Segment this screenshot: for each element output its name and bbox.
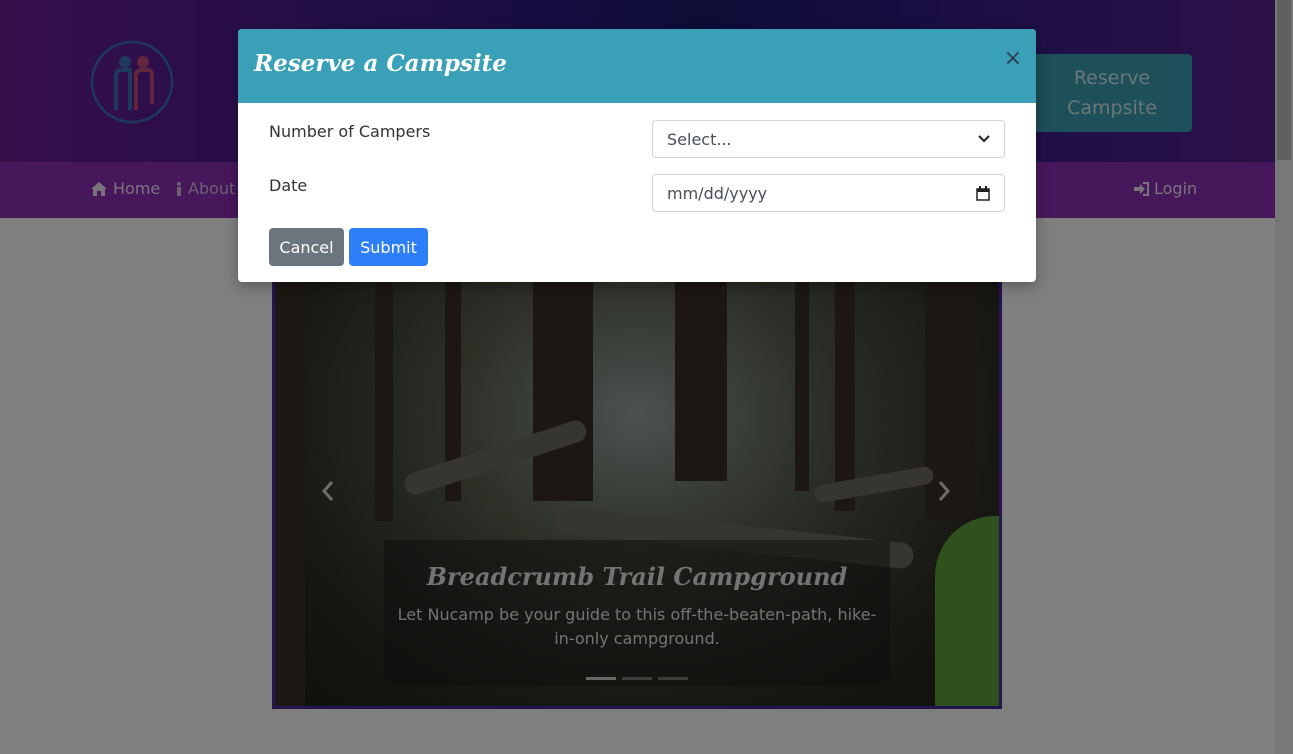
campers-label: Number of Campers (269, 122, 431, 141)
date-placeholder: mm/dd/yyyy (667, 183, 768, 203)
modal-title: Reserve a Campsite (254, 50, 507, 77)
calendar-icon[interactable] (976, 185, 990, 201)
reserve-modal: Reserve a Campsite × Number of Campers S… (238, 29, 1036, 282)
close-icon[interactable]: × (1004, 46, 1022, 71)
chevron-down-icon (978, 135, 990, 143)
cancel-button[interactable]: Cancel (269, 228, 344, 266)
campers-select-value: Select... (667, 129, 732, 149)
date-label: Date (269, 176, 308, 195)
date-input[interactable]: mm/dd/yyyy (652, 174, 1005, 212)
modal-header: Reserve a Campsite × (238, 29, 1036, 103)
campers-select[interactable]: Select... (652, 120, 1005, 158)
submit-button[interactable]: Submit (349, 228, 428, 266)
